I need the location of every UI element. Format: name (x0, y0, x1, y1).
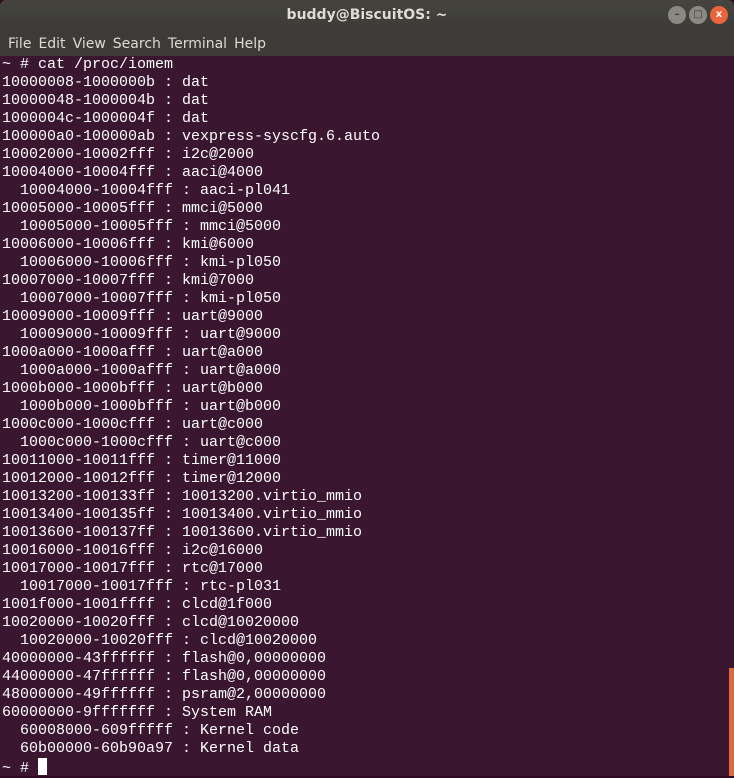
output-line: 1000004c-1000004f : dat (2, 110, 210, 127)
prompt-line[interactable]: ~ # (2, 758, 729, 778)
output-line: 10017000-10017fff : rtc-pl031 (2, 578, 282, 595)
output-line: 10006000-10006fff : kmi-pl050 (2, 254, 282, 271)
output-line: 10000048-1000004b : dat (2, 92, 210, 109)
output-line: 10011000-10011fff : timer@11000 (2, 452, 282, 469)
menu-edit[interactable]: Edit (36, 36, 70, 52)
output-line: 1000b000-1000bfff : uart@b000 (2, 398, 282, 415)
maximize-button[interactable]: □ (689, 6, 707, 24)
close-button[interactable]: x (710, 6, 728, 24)
menu-help[interactable]: Help (232, 36, 271, 52)
output-line: 10013600-100137ff : 10013600.virtio_mmio (2, 524, 363, 541)
menu-view[interactable]: View (71, 36, 111, 52)
output-line: 100000a0-100000ab : vexpress-syscfg.6.au… (2, 128, 381, 145)
window-title: buddy@BiscuitOS: ~ (286, 7, 448, 23)
output-line: 44000000-47ffffff : flash@0,00000000 (2, 668, 327, 685)
command-line: ~ # cat /proc/iomem (2, 56, 174, 73)
output-line: 60008000-609fffff : Kernel code (2, 722, 300, 739)
menu-bar: File Edit View Search Terminal Help (0, 31, 734, 56)
output-line: 10005000-10005fff : mmci@5000 (2, 200, 264, 217)
menu-file[interactable]: File (6, 36, 36, 52)
output-line: 10002000-10002fff : i2c@2000 (2, 146, 255, 163)
output-line: 10006000-10006fff : kmi@6000 (2, 236, 255, 253)
menu-search[interactable]: Search (111, 36, 166, 52)
output-line: 1000a000-1000afff : uart@a000 (2, 362, 282, 379)
output-line: 10004000-10004fff : aaci@4000 (2, 164, 264, 181)
output-line: 10012000-10012fff : timer@12000 (2, 470, 282, 487)
output-line: 10017000-10017fff : rtc@17000 (2, 560, 264, 577)
output-line: 60b00000-60b90a97 : Kernel data (2, 740, 300, 757)
output-line: 40000000-43ffffff : flash@0,00000000 (2, 650, 327, 667)
output-line: 10013200-100133ff : 10013200.virtio_mmio (2, 488, 363, 505)
output-line: 10009000-10009fff : uart@9000 (2, 326, 282, 343)
scrollbar[interactable] (729, 56, 734, 776)
output-line: 1000c000-1000cfff : uart@c000 (2, 434, 282, 451)
output-line: 1001f000-1001ffff : clcd@1f000 (2, 596, 273, 613)
prompt: ~ # (2, 760, 39, 777)
output-line: 10004000-10004fff : aaci-pl041 (2, 182, 291, 199)
output-line: 10000008-1000000b : dat (2, 74, 210, 91)
output-line: 48000000-49ffffff : psram@2,00000000 (2, 686, 327, 703)
menu-terminal[interactable]: Terminal (166, 36, 232, 52)
output-lines: 10000008-1000000b : dat 10000048-1000004b… (2, 74, 729, 758)
output-line: 1000c000-1000cfff : uart@c000 (2, 416, 264, 433)
title-bar[interactable]: buddy@BiscuitOS: ~ – □ x (0, 0, 734, 31)
minimize-button[interactable]: – (668, 6, 686, 24)
output-line: 60000000-9fffffff : System RAM (2, 704, 273, 721)
output-line: 10007000-10007fff : kmi@7000 (2, 272, 255, 289)
output-line: 10020000-10020fff : clcd@10020000 (2, 632, 318, 649)
output-line: 10005000-10005fff : mmci@5000 (2, 218, 282, 235)
terminal-output[interactable]: ~ # cat /proc/iomem 10000008-1000000b : d… (0, 56, 729, 778)
cursor (38, 758, 48, 775)
output-line: 10020000-10020fff : clcd@10020000 (2, 614, 300, 631)
output-line: 1000b000-1000bfff : uart@b000 (2, 380, 264, 397)
output-line: 10007000-10007fff : kmi-pl050 (2, 290, 282, 307)
output-line: 1000a000-1000afff : uart@a000 (2, 344, 264, 361)
output-line: 10013400-100135ff : 10013400.virtio_mmio (2, 506, 363, 523)
output-line: 10016000-10016fff : i2c@16000 (2, 542, 264, 559)
scrollbar-thumb[interactable] (729, 668, 734, 776)
output-line: 10009000-10009fff : uart@9000 (2, 308, 264, 325)
